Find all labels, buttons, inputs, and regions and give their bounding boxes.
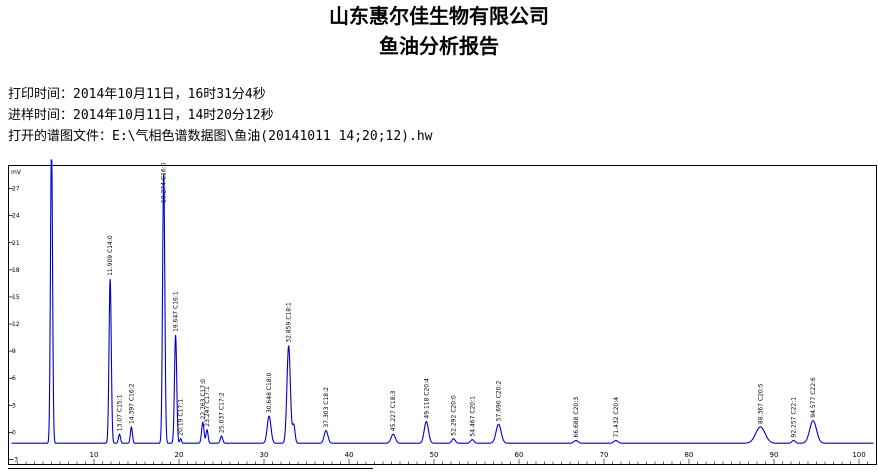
peak-label: 32.859 C18:1 (286, 302, 293, 343)
y-tick-label: 12 (12, 321, 20, 328)
x-tick-label: 20 (175, 451, 184, 459)
peak-label: 57.690 C20:2 (496, 381, 503, 422)
peak-label: 14.397 C16:2 (128, 383, 135, 424)
y-tick-label: 15 (12, 294, 20, 301)
peak-label: 37.303 C18:2 (323, 387, 330, 428)
y-tick-label: 18 (12, 267, 20, 274)
x-tick-label: 50 (430, 451, 439, 459)
print-time: 打印时间：2014年10月11日，16时31分4秒 (8, 87, 266, 102)
x-tick-label: 10 (90, 451, 99, 459)
peak-label: 11.909 C14:0 (107, 235, 114, 276)
x-tick-label: 40 (345, 451, 354, 459)
report-title: 鱼油分析报告 (379, 34, 499, 58)
sample-time: 进样时间：2014年10月11日，14时20分12秒 (8, 108, 274, 123)
peak-label: 66.688 C20:3 (573, 397, 580, 438)
y-tick-label: 27 (12, 186, 20, 193)
y-tick-label: 3 (12, 402, 16, 409)
peak-label: 25.037 C17:2 (219, 392, 226, 433)
peak-label: 94.577 C22:6 (810, 377, 817, 418)
y-tick-label: 0 (12, 429, 16, 436)
peak-label: 88.367 C20:5 (757, 383, 764, 424)
x-tick-label: 80 (685, 451, 694, 459)
y-tick-label: 9 (12, 348, 16, 355)
peak-label: 54.467 C20:1 (469, 396, 476, 437)
chromatogram-chart: mV -30369121518212427 10 20 30 40 50 60 70 80 90… (8, 159, 877, 465)
peak-label: 49.118 C20:4 (423, 378, 430, 419)
peak-label: 92.257 C22:1 (791, 397, 798, 438)
peak-label: 19.647 C16:1 (173, 291, 180, 332)
x-tick-label: 100 (852, 451, 865, 459)
peak-label: 30.648 C18:0 (266, 372, 273, 413)
peak-label: 13.07 C15:1 (117, 394, 124, 431)
x-tick-label: 90 (770, 451, 779, 459)
footer-rule (8, 468, 373, 469)
y-tick-label: 21 (12, 240, 20, 247)
peak-label: 71.432 C20:4 (613, 397, 620, 438)
y-axis-unit-label: mV (11, 169, 22, 176)
peak-label: 23.247 C17:1 (204, 386, 211, 427)
peak-label: 52.292 C20:0 (451, 395, 458, 436)
x-tick-label: 70 (600, 451, 609, 459)
peak-label: 45.227 C18:3 (390, 390, 397, 431)
x-tick-label: 30 (260, 451, 269, 459)
company-name: 山东惠尔佳生物有限公司 (329, 4, 549, 28)
peak-label: 20.19 C17:1 (178, 399, 185, 436)
plot-frame (8, 165, 877, 465)
y-tick-label: 24 (12, 213, 20, 220)
x-tick-label: 60 (515, 451, 524, 459)
y-tick-label: 6 (12, 375, 16, 382)
chromatogram-file: 打开的谱图文件：E:\气相色谱数据图\鱼油(20141011 14;20;12)… (8, 129, 433, 144)
chromatogram-signal-line (11, 159, 874, 444)
